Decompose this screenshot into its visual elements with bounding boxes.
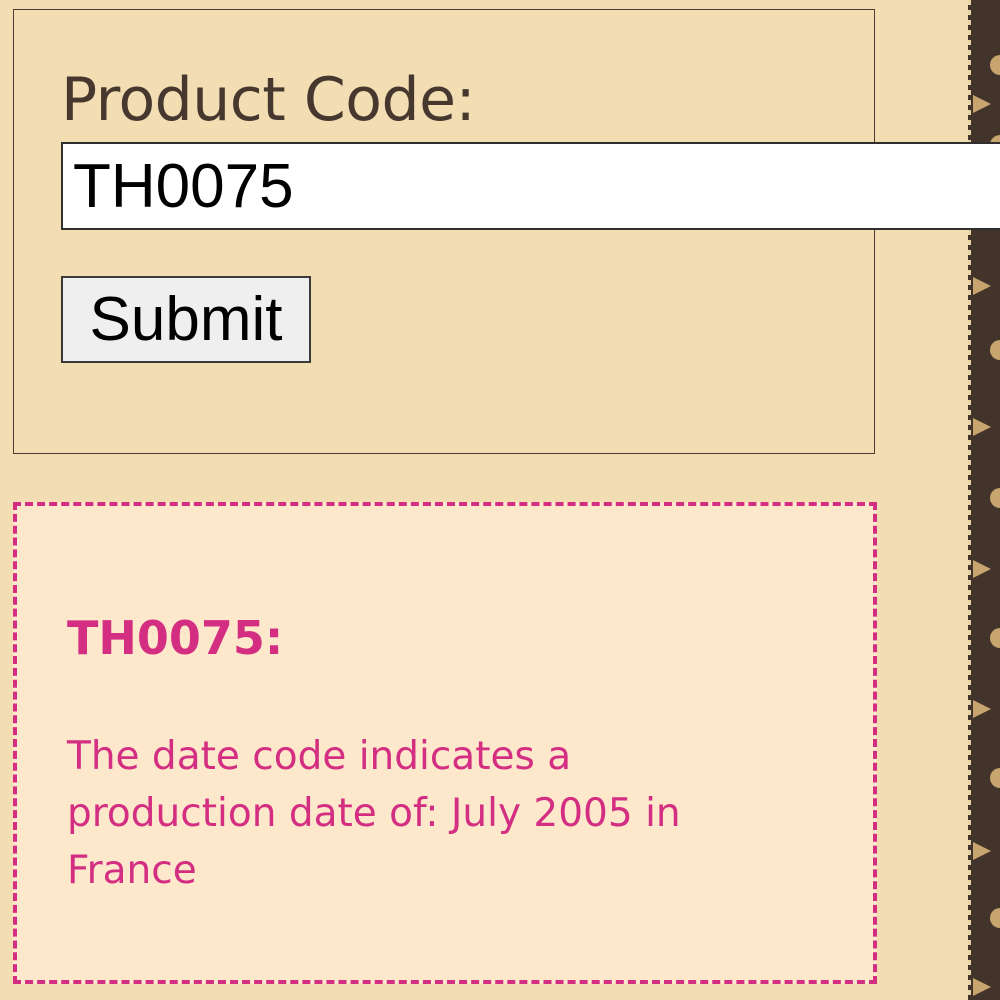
product-code-label: Product Code:	[61, 65, 476, 135]
monogram-circle-icon	[990, 908, 1000, 928]
monogram-triangle-icon	[973, 700, 991, 718]
monogram-triangle-icon	[973, 560, 991, 578]
product-code-input[interactable]	[61, 142, 1000, 230]
result-title: TH0075:	[67, 611, 284, 665]
monogram-circle-icon	[990, 55, 1000, 75]
submit-button[interactable]: Submit	[61, 276, 311, 363]
result-message: The date code indicates a production dat…	[67, 734, 681, 893]
monogram-triangle-icon	[973, 842, 991, 860]
monogram-triangle-icon	[973, 95, 991, 113]
monogram-triangle-icon	[973, 418, 991, 436]
monogram-circle-icon	[990, 488, 1000, 508]
monogram-circle-icon	[990, 628, 1000, 648]
monogram-circle-icon	[990, 340, 1000, 360]
monogram-triangle-icon	[973, 978, 991, 996]
monogram-circle-icon	[990, 768, 1000, 788]
result-panel: TH0075: The date code indicates a produc…	[13, 502, 877, 984]
monogram-triangle-icon	[973, 277, 991, 295]
